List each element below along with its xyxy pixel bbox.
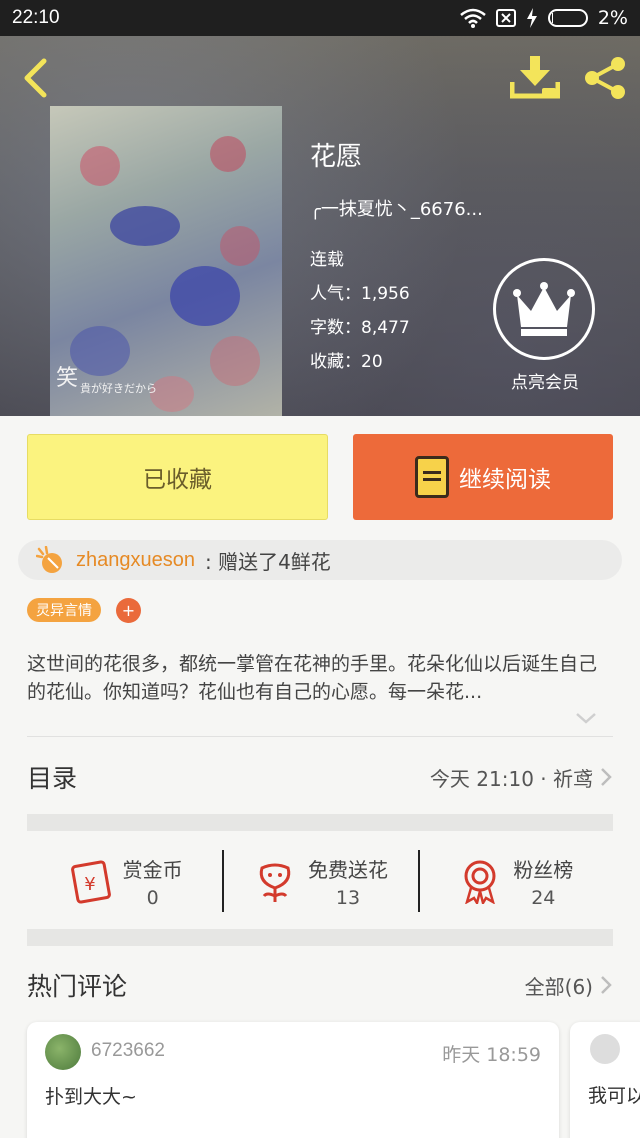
add-tag-button[interactable]: + — [116, 598, 141, 623]
stat-label: 粉丝榜 — [513, 857, 574, 882]
section-separator — [27, 929, 613, 946]
comment-text: 扑到大大~ — [45, 1086, 137, 1108]
book-icon — [415, 456, 449, 498]
cover-subtitle: 貴が好きだから — [80, 382, 157, 395]
comment-card[interactable]: 6723662 昨天 18:59 扑到大大~ — [27, 1022, 559, 1138]
stat-value: 24 — [531, 886, 556, 909]
cover-calligraphy: 笑 — [56, 366, 79, 391]
stat-reward-coins[interactable]: ¥ 赏金币 0 — [27, 838, 222, 924]
comment-time: 昨天 18:59 — [442, 1044, 541, 1066]
chevron-right-icon — [601, 976, 612, 994]
status-time: 22:10 — [12, 7, 60, 28]
stat-value: 13 — [335, 886, 361, 909]
clap-icon — [36, 546, 62, 573]
hot-comments-label: 热门评论 — [27, 972, 128, 1001]
charging-icon — [526, 8, 537, 28]
hot-comments-header: 热门评论 全部(6) — [27, 960, 613, 1010]
stat-value: 0 — [146, 886, 159, 909]
battery-percent: 2% — [597, 7, 628, 29]
book-favorites: 收藏：20 — [310, 352, 383, 372]
stat-fan-ranking[interactable]: 粉丝榜 24 — [417, 838, 613, 924]
collected-button[interactable]: 已收藏 — [27, 434, 328, 520]
flower-icon — [259, 863, 291, 902]
stat-free-flowers[interactable]: 免费送花 13 — [222, 838, 417, 924]
book-title: 花愿 — [310, 142, 363, 172]
comment-card[interactable]: 我可以 — [570, 1022, 640, 1138]
stat-label: 赏金币 — [122, 857, 183, 882]
vip-label[interactable]: 点亮会员 — [490, 368, 600, 393]
all-comments-label: 全部(6) — [524, 974, 593, 999]
red-envelope-icon: ¥ — [70, 860, 111, 904]
download-icon[interactable] — [510, 56, 560, 100]
book-header: 笑 貴が好きだから 花愿 ╭一抹夏忧丶_6676... 连载 人气：1,956 … — [0, 36, 640, 416]
continue-reading-label: 继续阅读 — [459, 467, 551, 493]
book-status: 连载 — [310, 250, 344, 270]
book-info: 花愿 ╭一抹夏忧丶_6676... 连载 人气：1,956 字数：8,477 收… — [310, 136, 483, 379]
section-separator — [27, 814, 613, 831]
svg-text:¥: ¥ — [84, 874, 95, 895]
divider — [27, 736, 613, 737]
comment-text: 我可以 — [588, 1085, 640, 1107]
vip-badge-button[interactable] — [493, 258, 595, 360]
status-bar: 22:10 2% — [0, 0, 640, 36]
comment-user[interactable]: 6723662 — [91, 1040, 165, 1062]
share-icon[interactable] — [582, 56, 628, 100]
avatar[interactable] — [45, 1034, 81, 1070]
stat-label: 免费送花 — [307, 857, 388, 882]
medal-icon — [464, 860, 496, 904]
book-author[interactable]: ╭一抹夏忧丶_6676... — [310, 195, 483, 221]
genre-tag[interactable]: 灵异言情 — [27, 598, 101, 622]
chevron-right-icon — [601, 768, 612, 786]
expand-chevron-icon[interactable] — [574, 708, 598, 728]
continue-reading-button[interactable]: 继续阅读 — [353, 434, 613, 520]
all-comments-link[interactable]: 全部(6) — [525, 971, 613, 1000]
back-icon[interactable] — [18, 58, 54, 98]
gift-notice[interactable]: zhangxueson : 赠送了4鲜花 — [18, 540, 622, 580]
gift-text: : 赠送了4鲜花 — [204, 549, 331, 574]
toc-row[interactable]: 目录 今天 21:10 · 祈鸢 — [27, 752, 613, 802]
no-sim-icon — [495, 9, 516, 27]
book-popularity: 人气：1,956 — [310, 284, 410, 304]
toc-label: 目录 — [27, 764, 78, 793]
battery-icon — [547, 9, 588, 27]
avatar[interactable] — [590, 1034, 620, 1064]
toc-latest-chapter: 今天 21:10 · 祈鸢 — [429, 766, 593, 791]
book-word-count: 字数：8,477 — [310, 318, 410, 338]
book-cover[interactable]: 笑 貴が好きだから — [50, 106, 282, 416]
wifi-icon — [460, 8, 486, 28]
book-description[interactable]: 这世间的花很多，都统一掌管在花神的手里。花朵化仙以后诞生自己的花仙。你知道吗？花… — [27, 650, 613, 706]
stats-bar: ¥ 赏金币 0 免费送花 13 粉丝榜 24 — [27, 838, 613, 924]
crown-icon — [513, 282, 575, 336]
gift-user[interactable]: zhangxueson — [76, 549, 195, 572]
